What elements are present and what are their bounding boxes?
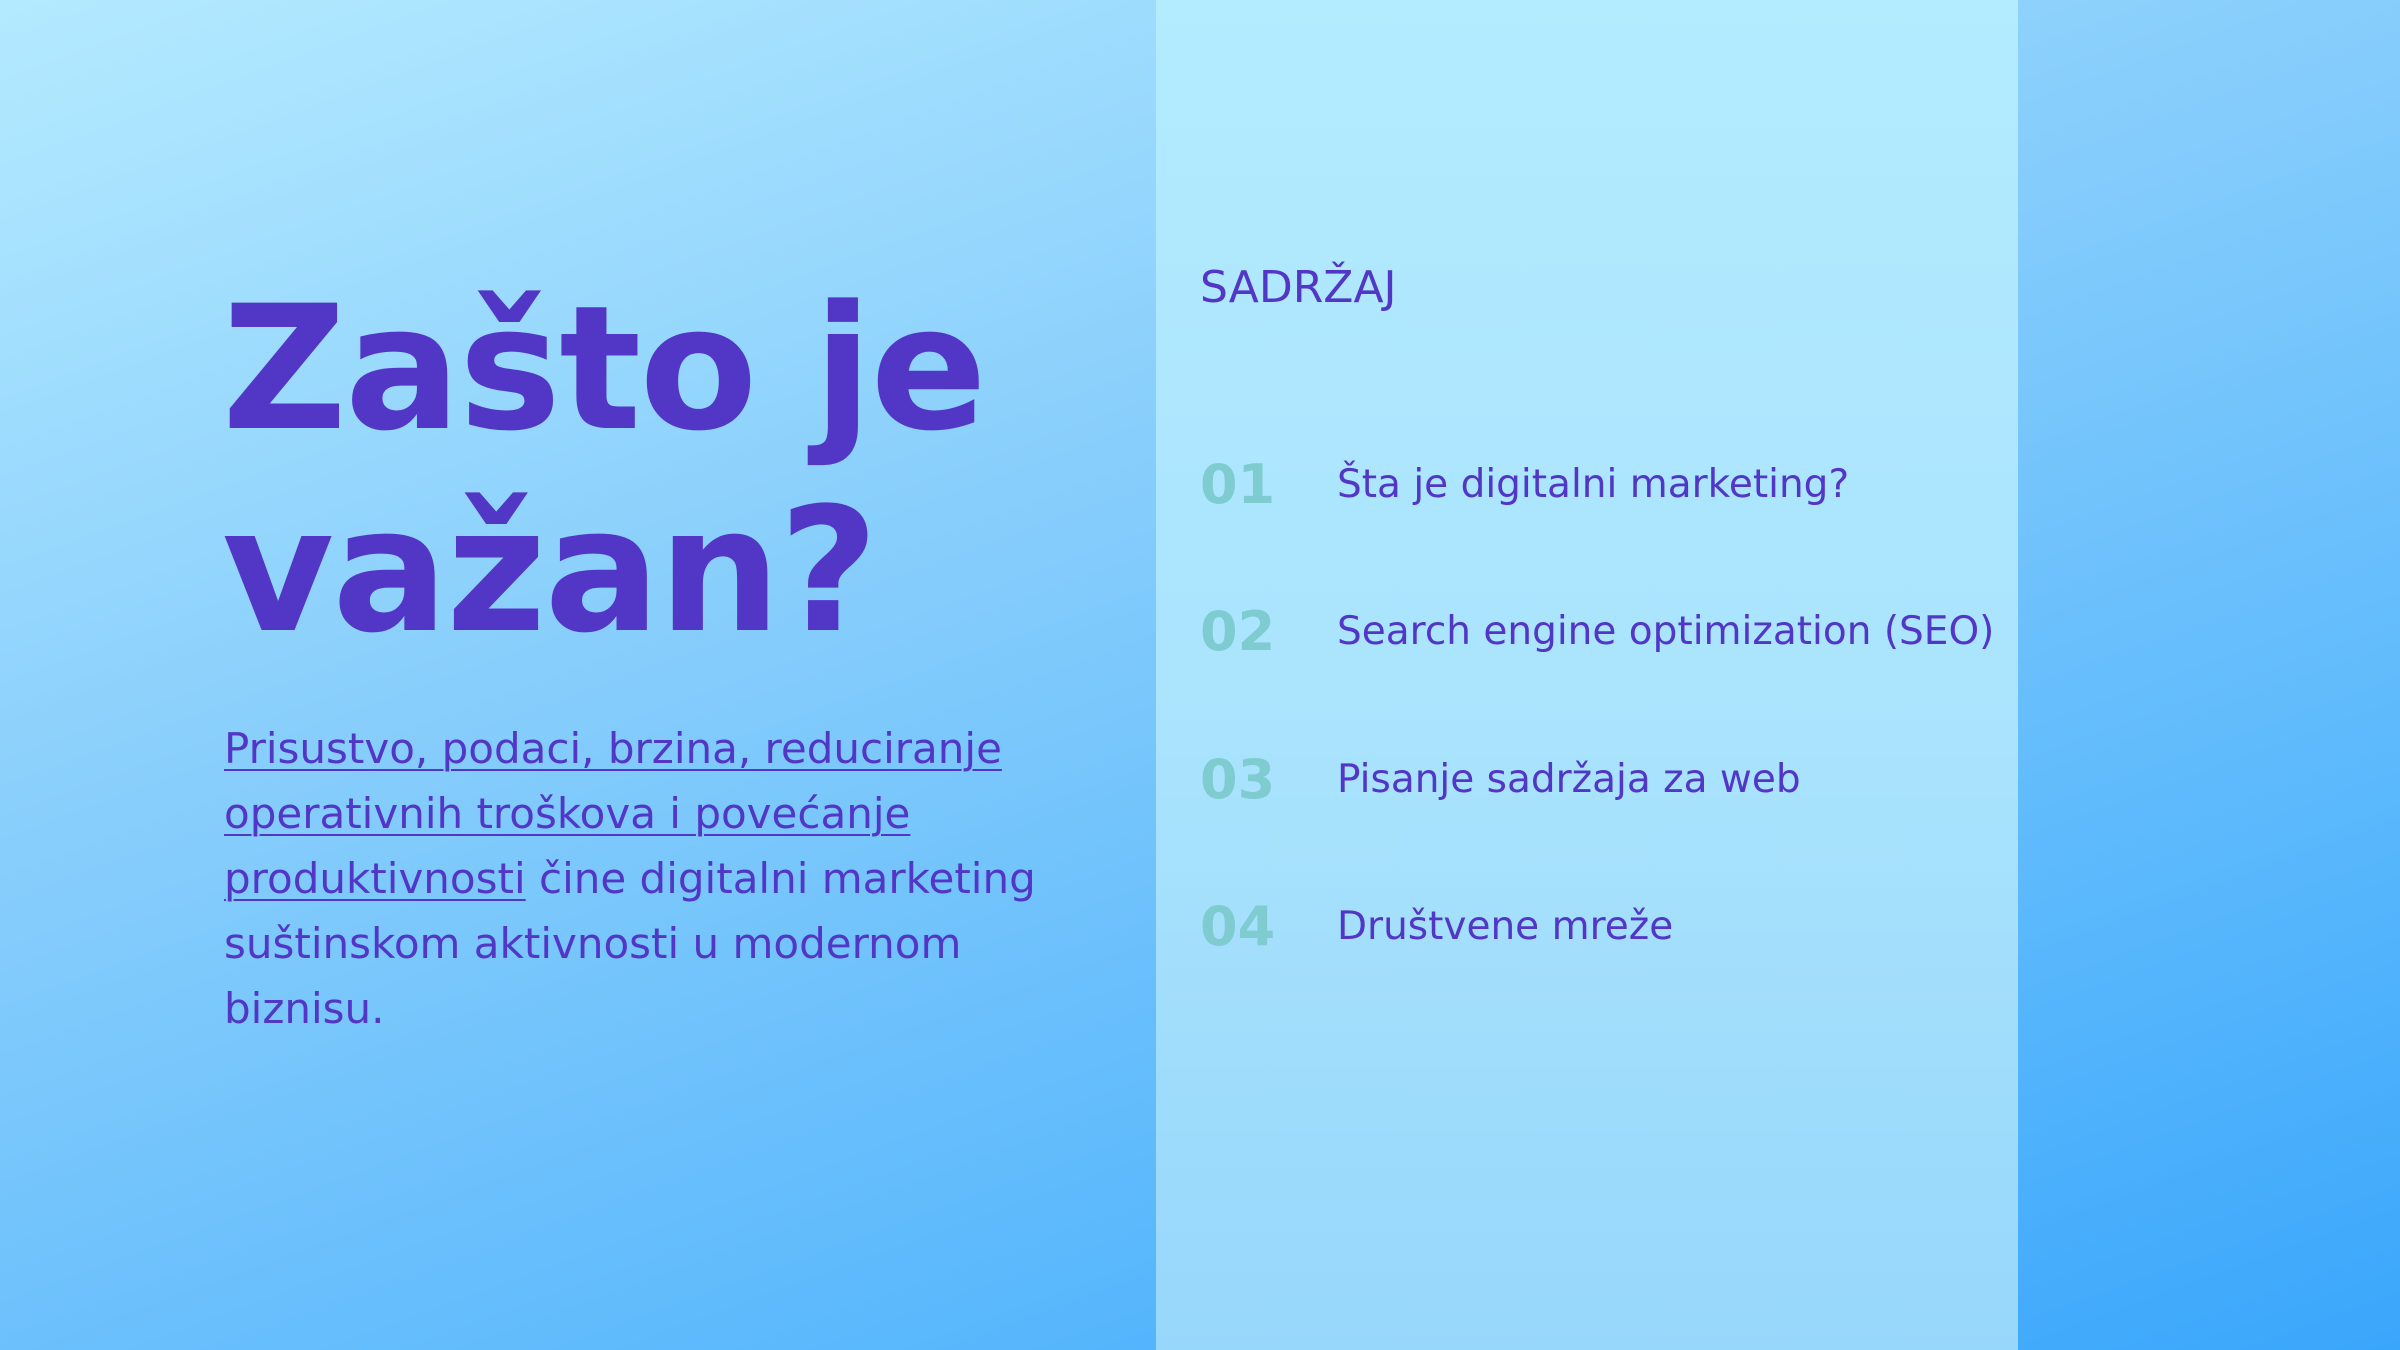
toc-label: Pisanje sadržaja za web [1337,756,1801,802]
toc-item-4[interactable]: 04 Društvene mreže [1200,886,1673,966]
title-line-2: važan? [222,470,879,671]
toc-number: 03 [1200,747,1276,811]
toc-number: 04 [1200,894,1276,958]
title-line-1: Zašto je [222,268,987,469]
toc-label: Search engine optimization (SEO) [1337,608,1995,654]
toc-item-2[interactable]: 02 Search engine optimization (SEO) [1200,591,1994,671]
toc-item-3[interactable]: 03 Pisanje sadržaja za web [1200,739,1801,819]
toc-label: Šta je digitalni marketing? [1337,461,1850,507]
toc-number: 01 [1200,452,1276,516]
toc-heading: SADRŽAJ [1200,262,1397,313]
toc-item-1[interactable]: 01 Šta je digitalni marketing? [1200,444,1849,524]
toc-label: Društvene mreže [1337,903,1674,949]
toc-panel [1156,0,2018,1350]
toc-number: 02 [1200,599,1276,663]
slide-title: Zašto je važan? [222,268,987,672]
body-paragraph: Prisustvo, podaci, brzina, reduciranje o… [224,716,1044,1041]
